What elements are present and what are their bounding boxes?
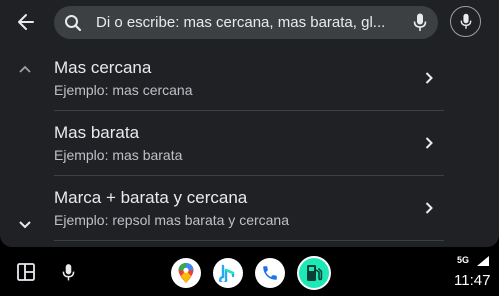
search-bar[interactable]: Di o escribe: mas cercana, mas barata, g… xyxy=(54,6,438,39)
suggestion-example: Ejemplo: mas barata xyxy=(54,147,183,163)
mic-icon xyxy=(460,13,471,29)
phone-app-button[interactable] xyxy=(255,258,285,288)
list-item[interactable]: Mas barata Ejemplo: mas barata xyxy=(54,111,444,176)
divider xyxy=(54,240,444,241)
signal-icon xyxy=(476,254,490,272)
chevron-right-icon xyxy=(424,201,434,220)
audio-app-button[interactable] xyxy=(213,258,243,288)
mic-icon[interactable] xyxy=(413,13,427,37)
phone-icon xyxy=(263,266,277,280)
google-maps-icon xyxy=(178,263,194,283)
network-status: 5G xyxy=(457,255,469,265)
suggestion-title: Mas cercana xyxy=(54,58,152,77)
suggestion-list: Mas cercana Ejemplo: mas cercana Mas bar… xyxy=(54,46,444,241)
scroll-down-button[interactable] xyxy=(16,218,34,232)
suggestion-title: Mas barata xyxy=(54,123,140,142)
search-icon xyxy=(64,14,82,37)
suggestion-title: Marca + barata y cercana xyxy=(54,188,248,207)
voice-input-button[interactable] xyxy=(450,6,481,37)
suggestion-example: Ejemplo: mas cercana xyxy=(54,82,193,98)
search-input[interactable]: Di o escribe: mas cercana, mas barata, g… xyxy=(96,6,396,39)
clock: 11:47 xyxy=(454,272,491,289)
chevron-right-icon xyxy=(424,136,434,155)
assistant-mic-button[interactable] xyxy=(58,260,78,284)
arrow-back-icon xyxy=(18,14,34,30)
chevron-up-icon xyxy=(19,65,31,73)
suggestion-example: Ejemplo: repsol mas barata y cercana xyxy=(54,212,289,228)
network-type: 5G xyxy=(457,255,470,265)
audio-player-icon xyxy=(219,264,235,282)
layout-button[interactable] xyxy=(14,260,38,284)
chevron-down-icon xyxy=(19,221,31,229)
mic-icon xyxy=(62,263,74,280)
back-button[interactable] xyxy=(10,10,42,34)
scroll-up-button[interactable] xyxy=(16,62,34,76)
chevron-right-icon xyxy=(424,71,434,90)
maps-app-button[interactable] xyxy=(171,258,201,288)
split-screen-icon xyxy=(17,263,35,281)
fuel-app-button[interactable] xyxy=(297,256,331,290)
assistant-search-screen: Di o escribe: mas cercana, mas barata, g… xyxy=(0,0,499,247)
list-item[interactable]: Mas cercana Ejemplo: mas cercana xyxy=(54,46,444,111)
list-item[interactable]: Marca + barata y cercana Ejemplo: repsol… xyxy=(54,176,444,241)
fuel-app-icon xyxy=(307,265,323,281)
